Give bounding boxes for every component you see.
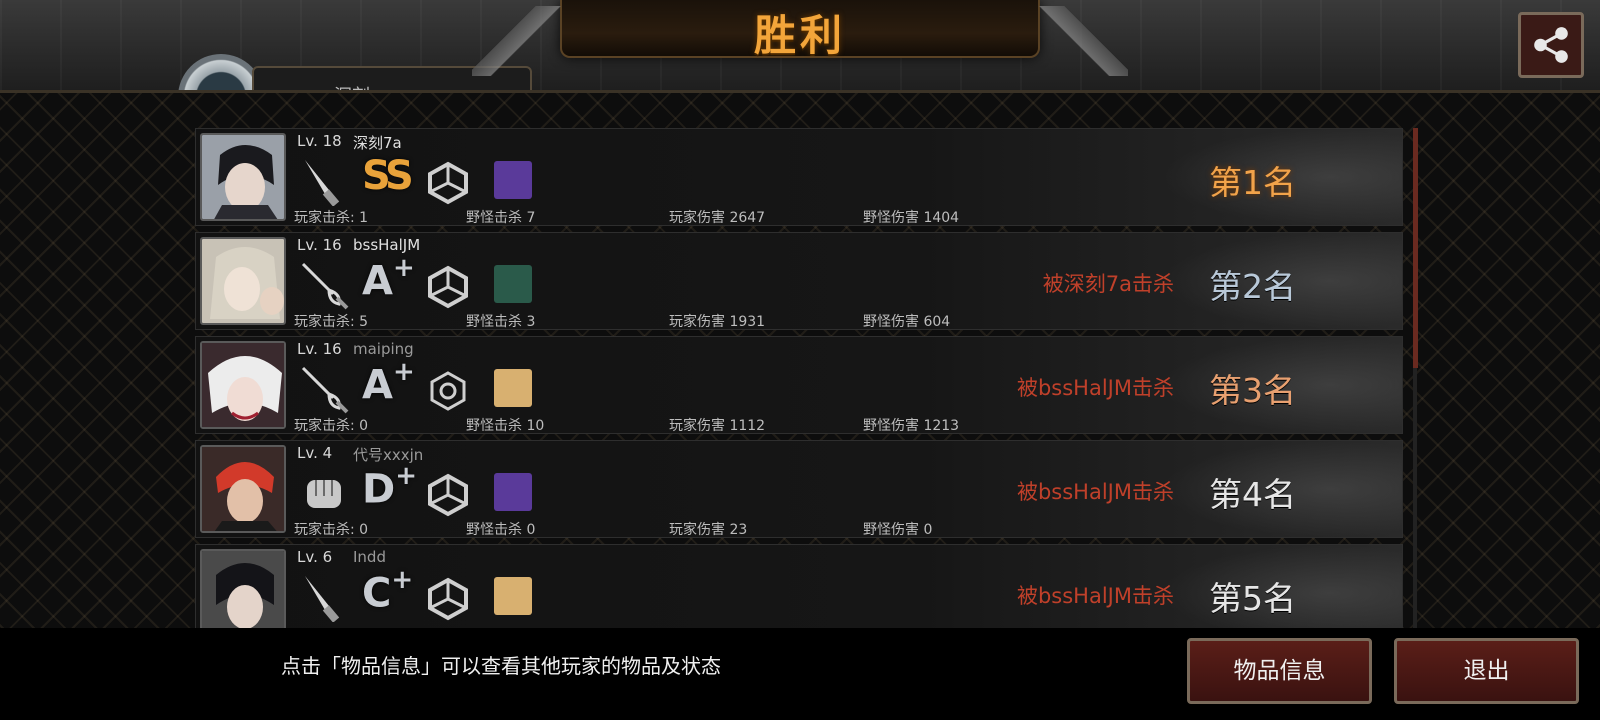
item-icon [494,577,532,615]
armor-icon [428,161,468,205]
player-kills: 玩家击杀: 0 [294,522,369,538]
player-level: Lv. 18 [297,132,342,150]
player-row[interactable]: Lv. 6 Indd C+ 被bssHalJM击杀 第5名 [195,544,1403,628]
player-damage: 玩家伤害 2647 [669,210,766,226]
avatar [200,341,286,429]
footer-hint: 点击「物品信息」可以查看其他玩家的物品及状态 [281,654,721,678]
results-list[interactable]: Lv. 18 深刻7a SS 玩家击杀: 1 野怪击杀 7 玩家伤害 2647 … [195,128,1405,628]
killed-by: 被bssHalJM击杀 [1016,584,1174,608]
ring-icon [430,371,466,411]
rapier-icon [301,366,349,414]
rank-label: 第1名 [1209,163,1296,202]
grade-icon: A+ [362,253,415,305]
player-row[interactable]: Lv. 4 代号xxxjn D+ 玩家击杀: 0 野怪击杀 0 玩家伤害 23 … [195,440,1403,538]
avatar [200,133,286,221]
armor-icon [428,473,468,517]
armor-icon [428,577,468,621]
monster-damage: 野怪伤害 1404 [863,210,960,226]
monster-damage: 野怪伤害 0 [863,522,933,538]
grade-icon: SS [362,153,414,199]
player-row[interactable]: Lv. 18 深刻7a SS 玩家击杀: 1 野怪击杀 7 玩家伤害 2647 … [195,128,1403,226]
player-name: Indd [353,548,386,566]
rank-label: 第2名 [1209,267,1296,306]
items-info-button[interactable]: 物品信息 [1187,638,1372,704]
player-damage: 玩家伤害 1112 [669,418,766,434]
player-level: Lv. 16 [297,340,342,358]
grade-icon: A+ [362,357,415,409]
monster-damage: 野怪伤害 604 [863,314,951,330]
rank-label: 第5名 [1209,579,1296,618]
monster-damage: 野怪伤害 1213 [863,418,960,434]
item-icon [494,369,532,407]
title-plate: 胜利 [472,0,1128,76]
scrollbar-thumb[interactable] [1413,128,1418,368]
knife-icon [305,160,340,206]
avatar [200,549,286,628]
avatar [200,237,286,325]
killed-by: 被bssHalJM击杀 [1016,376,1174,400]
monster-kills: 野怪击杀 10 [466,418,545,434]
player-kills: 玩家击杀: 1 [294,210,369,226]
armor-icon [428,265,468,309]
item-icon [494,265,532,303]
player-name: maiping [353,340,414,358]
player-level: Lv. 4 [297,444,333,462]
monster-kills: 野怪击杀 0 [466,522,536,538]
player-name: 深刻7a [353,134,402,152]
player-name: bssHalJM [353,236,421,254]
grade-icon: C+ [362,565,414,617]
monster-kills: 野怪击杀 7 [466,210,536,226]
player-row[interactable]: Lv. 16 maiping A+ 玩家击杀: 0 野怪击杀 10 玩家伤害 1… [195,336,1403,434]
player-level: Lv. 16 [297,236,342,254]
killed-by: 被bssHalJM击杀 [1016,480,1174,504]
fist-icon [307,480,341,508]
grade-icon: D+ [362,461,417,513]
rank-label: 第3名 [1209,371,1296,410]
rapier-icon [301,262,349,310]
share-button[interactable] [1518,12,1584,78]
knife-icon [305,576,340,622]
victory-title: 胜利 [753,11,846,60]
player-damage: 玩家伤害 23 [669,522,748,538]
monster-kills: 野怪击杀 3 [466,314,536,330]
player-kills: 玩家击杀: 5 [294,314,369,330]
item-icon [494,161,532,199]
rank-label: 第4名 [1209,475,1296,514]
player-damage: 玩家伤害 1931 [669,314,766,330]
player-kills: 玩家击杀: 0 [294,418,369,434]
item-icon [494,473,532,511]
player-name: 代号xxxjn [353,446,424,464]
player-level: Lv. 6 [297,548,333,566]
exit-button[interactable]: 退出 [1394,638,1579,704]
share-icon [1534,27,1568,63]
player-row[interactable]: Lv. 16 bssHalJM A+ 玩家击杀: 5 野怪击杀 3 玩家伤害 1… [195,232,1403,330]
killed-by: 被深刻7a击杀 [1042,272,1174,296]
avatar [200,445,286,533]
